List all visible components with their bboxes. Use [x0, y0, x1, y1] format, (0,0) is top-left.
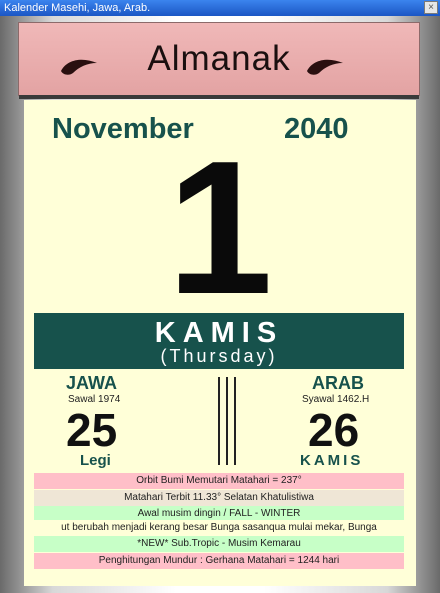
info-line: Matahari Terbit 11.33° Selatan Khatulist… — [34, 490, 404, 506]
title-bar: Kalender Masehi, Jawa, Arab. × — [0, 0, 440, 16]
divider-line — [234, 377, 236, 465]
jawa-label: JAWA — [66, 373, 118, 393]
divider-line — [218, 377, 220, 465]
day-number: 1 — [167, 122, 273, 334]
window-title: Kalender Masehi, Jawa, Arab. — [4, 2, 151, 14]
dayname-english: (Thursday) — [160, 346, 278, 366]
jawa-pasaran: Legi — [80, 452, 111, 469]
arab-dayname: KAMIS — [300, 452, 364, 469]
header-shadow — [19, 95, 419, 99]
dayname-band: KAMIS (Thursday) — [34, 313, 404, 369]
info-line: ut berubah menjadi kerang besar Bunga sa… — [34, 520, 404, 536]
info-line: Penghitungan Mundur : Gerhana Matahari =… — [34, 553, 404, 569]
almanak-header: Almanak — [18, 22, 420, 99]
leaf-icon — [307, 59, 343, 75]
brand-title: Almanak — [147, 39, 291, 78]
info-line: Orbit Bumi Memutari Matahari = 237° — [34, 473, 404, 489]
divider-line — [226, 377, 228, 465]
jawa-day-number: 25 — [66, 404, 118, 456]
arab-day-number: 26 — [308, 404, 360, 456]
info-line: *NEW* Sub.Tropic - Musim Kemarau — [34, 536, 404, 552]
arab-label: ARAB — [312, 373, 364, 393]
close-button[interactable]: × — [424, 1, 438, 14]
